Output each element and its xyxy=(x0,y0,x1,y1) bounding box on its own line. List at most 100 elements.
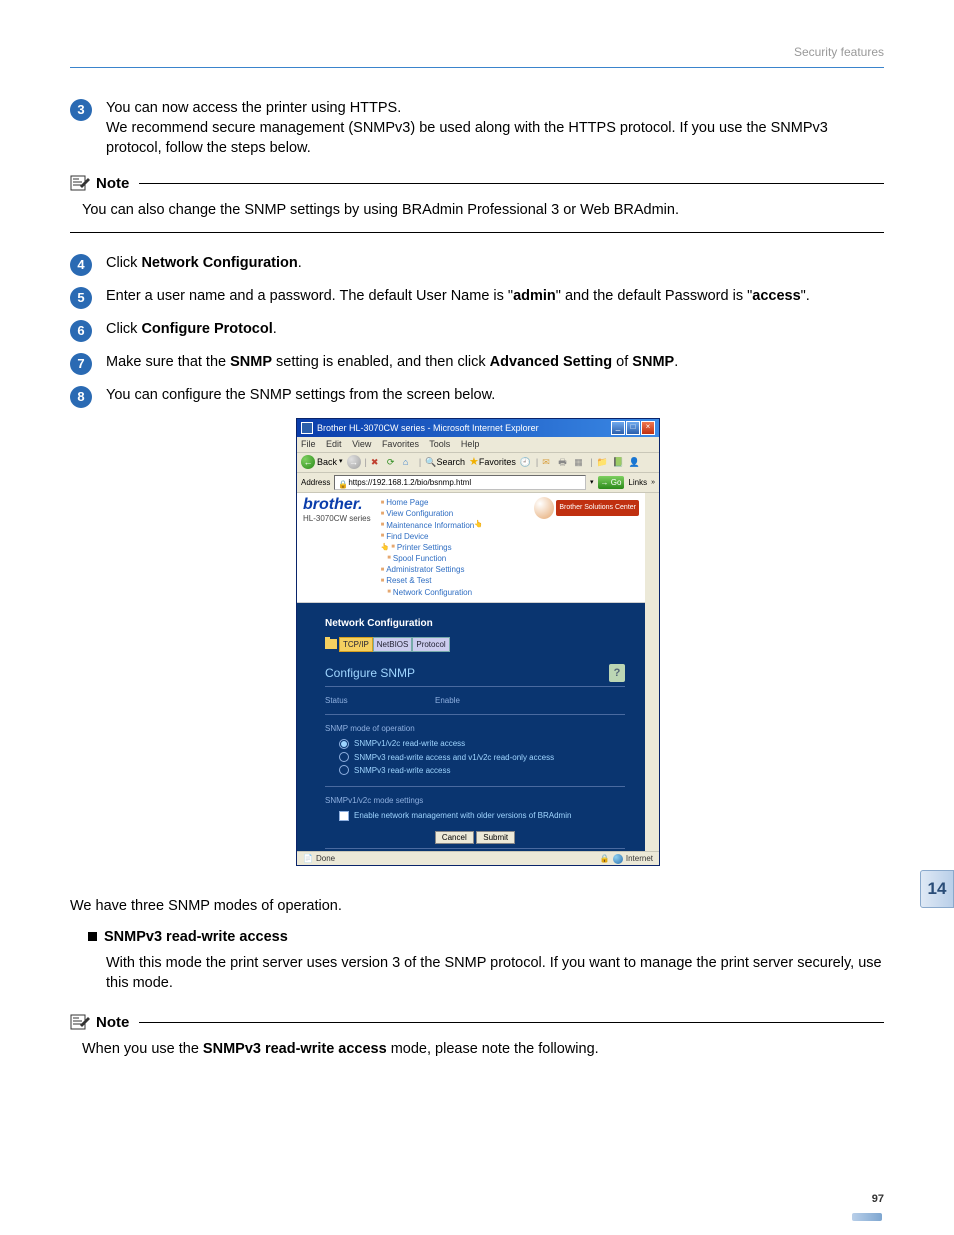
favorites-button[interactable]: ★Favorites xyxy=(469,455,516,470)
link-view-config[interactable]: ■View Configuration xyxy=(381,508,485,519)
done-icon: 📄 xyxy=(303,853,313,864)
link-printer-settings[interactable]: 👆■Printer Settings xyxy=(381,542,472,553)
radio-icon xyxy=(339,752,349,762)
research-icon[interactable]: 📗 xyxy=(613,456,625,468)
step-number-3: 3 xyxy=(70,99,92,121)
home-icon[interactable]: ⌂ xyxy=(403,456,415,468)
submit-button[interactable]: Submit xyxy=(476,831,515,844)
ie-page-content: brother. HL-3070CW series ■Home Page ■Vi… xyxy=(297,493,659,851)
tab-netbios[interactable]: NetBIOS xyxy=(373,637,413,652)
config-tabs: TCP/IP NetBIOS Protocol xyxy=(325,637,625,652)
edit-icon[interactable]: ▦ xyxy=(574,456,586,468)
refresh-icon[interactable]: ⟳ xyxy=(387,456,399,468)
note-2: Note When you use the SNMPv3 read-write … xyxy=(70,1012,884,1059)
step-7-text: Make sure that the SNMP setting is enabl… xyxy=(106,352,884,372)
folder-tb-icon[interactable]: 📁 xyxy=(597,456,609,468)
links-label[interactable]: Links xyxy=(628,477,647,488)
ie-toolbar: ←Back▾ → | ✖ ⟳ ⌂ | 🔍Search ★Favorites 🕘 … xyxy=(297,453,659,473)
radio-mode-1[interactable]: SNMPv1/v2c read-write access xyxy=(339,738,625,749)
link-reset-test[interactable]: ■Reset & Test xyxy=(381,575,472,586)
footer-decor xyxy=(852,1213,882,1221)
network-config-heading: Network Configuration xyxy=(325,617,625,631)
radio-mode-3[interactable]: SNMPv3 read-write access xyxy=(339,765,625,776)
history-icon[interactable]: 🕘 xyxy=(520,456,532,468)
step-5: 5 Enter a user name and a password. The … xyxy=(70,286,884,309)
step-3-text: You can now access the printer using HTT… xyxy=(106,98,884,159)
brother-header: brother. HL-3070CW series ■Home Page ■Vi… xyxy=(297,493,645,603)
step-6-text: Click Configure Protocol. xyxy=(106,319,884,339)
square-bullet-icon xyxy=(88,932,97,941)
note-rule xyxy=(139,183,884,184)
brother-body: Network Configuration TCP/IP NetBIOS Pro… xyxy=(297,603,645,851)
search-button[interactable]: 🔍Search xyxy=(425,456,465,469)
link-admin-settings[interactable]: ■Administrator Settings xyxy=(381,564,472,575)
note-1: Note You can also change the SNMP settin… xyxy=(70,173,884,233)
folder-icon xyxy=(325,639,337,649)
brother-model: HL-3070CW series xyxy=(303,513,371,524)
mail-icon[interactable]: ✉ xyxy=(542,456,554,468)
step-number-8: 8 xyxy=(70,386,92,408)
help-icon[interactable]: ? xyxy=(609,664,625,682)
ssl-lock-icon: 🔒 xyxy=(600,853,610,864)
tab-tcpip[interactable]: TCP/IP xyxy=(339,637,373,652)
address-input[interactable]: 🔒 https://192.168.1.2/bio/bsnmp.html xyxy=(334,475,586,490)
stop-icon[interactable]: ✖ xyxy=(371,456,383,468)
header-rule xyxy=(70,67,884,68)
menu-file[interactable]: File xyxy=(301,439,316,449)
link-network-config[interactable]: ■Network Configuration xyxy=(381,587,472,598)
step-4-text: Click Network Configuration. xyxy=(106,253,884,273)
note-2-body: When you use the SNMPv3 read-write acces… xyxy=(70,1039,884,1059)
menu-view[interactable]: View xyxy=(352,439,371,449)
ie-window: Brother HL-3070CW series - Microsoft Int… xyxy=(296,418,660,866)
note-rule xyxy=(139,1022,884,1023)
status-label: Status xyxy=(325,695,435,706)
step-number-6: 6 xyxy=(70,320,92,342)
messenger-icon[interactable]: 👤 xyxy=(629,456,641,468)
maximize-button[interactable]: □ xyxy=(626,421,640,435)
header-section-label: Security features xyxy=(70,44,884,61)
cancel-button[interactable]: Cancel xyxy=(435,831,474,844)
globe-icon xyxy=(613,854,623,864)
page: Security features 3 You can now access t… xyxy=(0,0,954,1235)
link-home[interactable]: ■Home Page xyxy=(381,497,485,508)
configure-snmp-heading: Configure SNMP xyxy=(325,665,415,682)
radio-icon xyxy=(339,739,349,749)
go-button[interactable]: → Go xyxy=(598,476,625,489)
forward-button[interactable]: → xyxy=(347,455,361,469)
ie-addressbar: Address 🔒 https://192.168.1.2/bio/bsnmp.… xyxy=(297,473,659,493)
snmp-mode-subsection: SNMPv3 read-write access With this mode … xyxy=(88,927,884,994)
print-icon[interactable]: 🖶 xyxy=(558,456,570,468)
check-legacy-bradmin[interactable]: Enable network management with older ver… xyxy=(339,810,625,821)
menu-favorites[interactable]: Favorites xyxy=(382,439,419,449)
link-find-device[interactable]: ■Find Device xyxy=(381,531,485,542)
menu-edit[interactable]: Edit xyxy=(326,439,342,449)
back-button[interactable]: ←Back▾ xyxy=(301,455,343,469)
phone-icon xyxy=(534,497,554,519)
window-title: Brother HL-3070CW series - Microsoft Int… xyxy=(317,422,539,435)
minimize-button[interactable]: _ xyxy=(611,421,625,435)
step-number-5: 5 xyxy=(70,287,92,309)
screenshot: Brother HL-3070CW series - Microsoft Int… xyxy=(296,418,658,866)
chapter-tab: 14 xyxy=(920,870,954,908)
sub-heading: SNMPv3 read-write access xyxy=(104,929,288,945)
close-button[interactable]: × xyxy=(641,421,655,435)
checkbox-icon xyxy=(339,811,349,821)
menu-tools[interactable]: Tools xyxy=(429,439,450,449)
note-end-rule xyxy=(70,232,884,233)
note-1-body: You can also change the SNMP settings by… xyxy=(70,200,884,220)
snmp-modes-intro: We have three SNMP modes of operation. xyxy=(70,896,884,916)
radio-mode-2[interactable]: SNMPv3 read-write access and v1/v2c read… xyxy=(339,752,625,763)
link-maintenance[interactable]: ■Maintenance Information👆 xyxy=(381,520,485,531)
page-number: 97 xyxy=(872,1192,884,1207)
lock-icon: 🔒 xyxy=(338,479,346,487)
status-done: Done xyxy=(316,853,335,864)
menu-help[interactable]: Help xyxy=(461,439,480,449)
radio-icon xyxy=(339,765,349,775)
brother-solutions-center[interactable]: Brother Solutions Center xyxy=(556,500,639,516)
tab-protocol[interactable]: Protocol xyxy=(412,637,449,652)
link-spool[interactable]: ■Spool Function xyxy=(381,553,472,564)
step-8-text: You can configure the SNMP settings from… xyxy=(106,385,884,405)
note-label: Note xyxy=(96,1012,129,1033)
step-number-4: 4 xyxy=(70,254,92,276)
address-label: Address xyxy=(301,477,330,488)
